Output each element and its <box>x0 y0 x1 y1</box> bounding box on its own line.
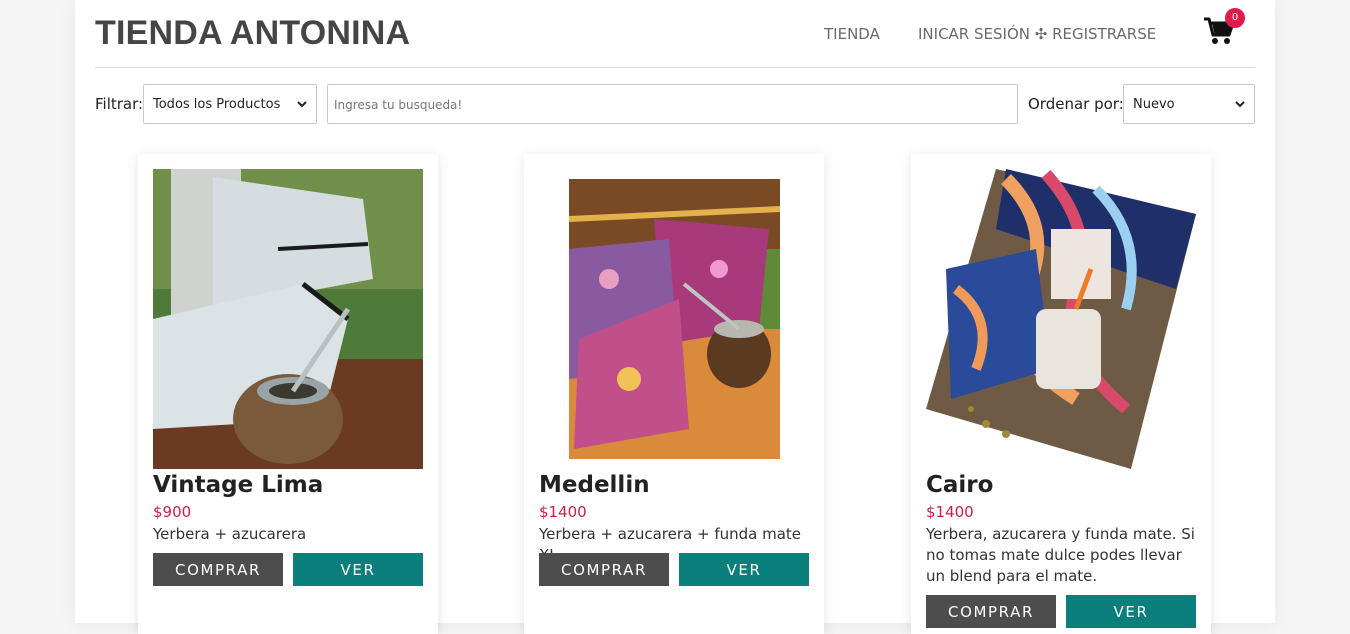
product-image[interactable] <box>569 179 780 459</box>
buy-button[interactable]: COMPRAR <box>539 553 669 586</box>
buy-button[interactable]: COMPRAR <box>153 553 283 586</box>
product-card: Medellin $1400 Yerbera + azucarera + fun… <box>524 154 824 634</box>
product-name[interactable]: Medellin <box>539 472 650 498</box>
cart-count-badge: 0 <box>1225 8 1245 28</box>
product-name[interactable]: Cairo <box>926 472 993 498</box>
product-card: Vintage Lima $900 Yerbera + azucarera CO… <box>138 154 438 634</box>
view-button[interactable]: VER <box>293 553 423 586</box>
product-price: $1400 <box>539 503 587 521</box>
sort-select[interactable]: Nuevo <box>1123 84 1255 124</box>
chevron-down-icon <box>1235 101 1245 108</box>
product-image[interactable] <box>926 169 1196 469</box>
product-description: Yerbera + azucarera <box>153 525 307 543</box>
product-name[interactable]: Vintage Lima <box>153 472 323 498</box>
nav-login-register-link[interactable]: INICAR SESIÓN ✣ REGISTRARSE <box>918 25 1156 43</box>
nav-shop-link[interactable]: TIENDA <box>824 25 880 43</box>
view-button[interactable]: VER <box>679 553 809 586</box>
cart-button[interactable]: 0 <box>1203 8 1245 48</box>
filter-select-value: Todos los Productos <box>153 97 281 112</box>
page-container: TIENDA ANTONINA TIENDA INICAR SESIÓN ✣ R… <box>75 0 1275 634</box>
chevron-down-icon <box>297 101 307 108</box>
buy-button[interactable]: COMPRAR <box>926 595 1056 628</box>
sort-label: Ordenar por: <box>1028 95 1124 113</box>
filter-select[interactable]: Todos los Productos <box>143 84 317 124</box>
product-card: Cairo $1400 Yerbera, azucarera y funda m… <box>911 154 1211 634</box>
search-input[interactable]: Ingresa tu busqueda! <box>327 84 1018 124</box>
product-price: $900 <box>153 503 192 521</box>
product-description: Yerbera, azucarera y funda mate. Si no t… <box>926 525 1195 585</box>
brand-logo[interactable]: TIENDA ANTONINA <box>95 14 410 53</box>
filter-label: Filtrar: <box>95 95 144 113</box>
sort-select-value: Nuevo <box>1133 97 1175 112</box>
product-price: $1400 <box>926 503 974 521</box>
view-button[interactable]: VER <box>1066 595 1196 628</box>
product-image[interactable] <box>153 169 423 469</box>
header-divider <box>95 67 1255 68</box>
